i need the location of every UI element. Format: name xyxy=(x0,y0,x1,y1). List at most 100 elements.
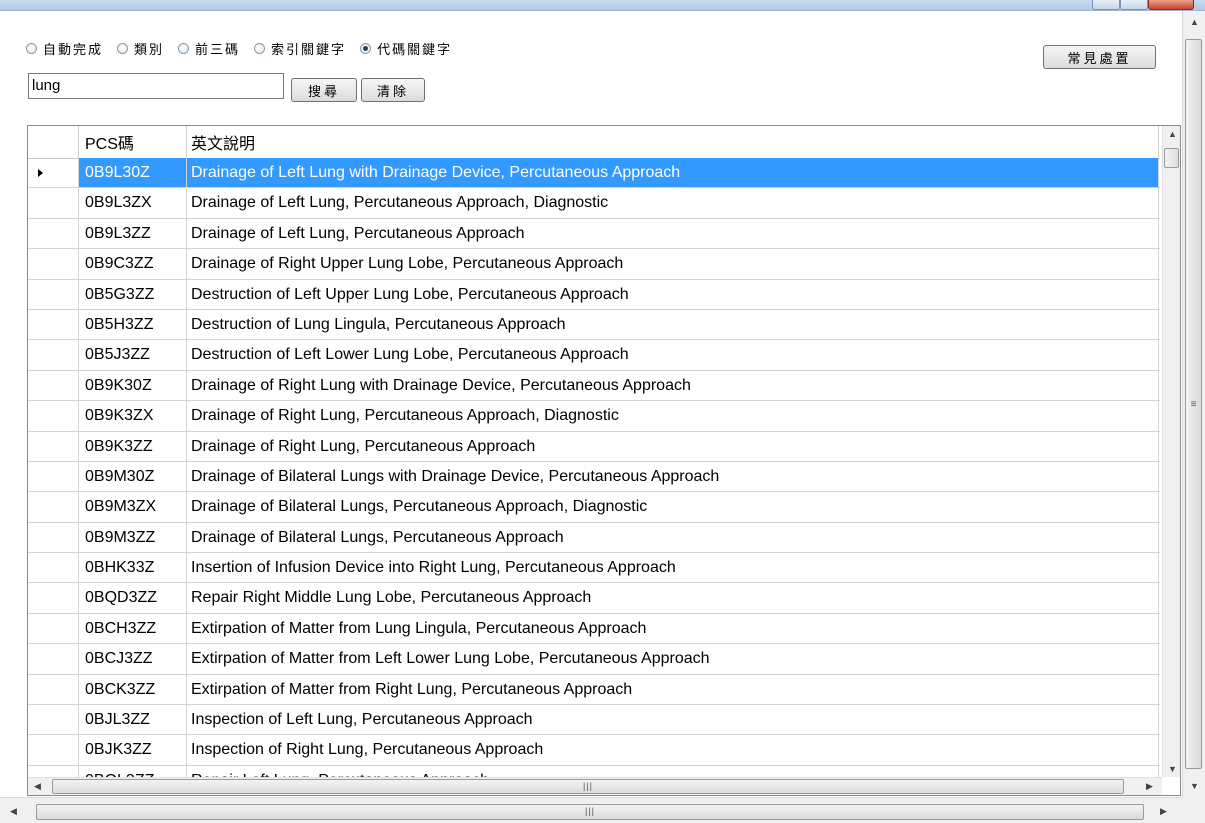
clear-button[interactable]: 清除 xyxy=(361,78,425,102)
pcs-code-cell[interactable]: 0B9L30Z xyxy=(79,158,187,188)
close-button[interactable] xyxy=(1148,0,1194,10)
scroll-right-arrow-icon[interactable]: ▶ xyxy=(1160,806,1167,817)
pcs-code-cell[interactable]: 0B9M3ZZ xyxy=(79,522,187,553)
pcs-code-cell[interactable]: 0B5J3ZZ xyxy=(79,340,187,370)
table-row[interactable]: 0B9C3ZZ Drainage of Right Upper Lung Lobe… xyxy=(28,249,1160,280)
pcs-code-cell[interactable]: 0B9C3ZZ xyxy=(79,249,187,279)
description-cell[interactable]: Drainage of Bilateral Lungs, Percutaneou… xyxy=(187,522,1159,553)
radio-category[interactable]: 類別 xyxy=(117,39,164,58)
radio-code-keyword[interactable]: 代碼關鍵字 xyxy=(360,39,452,58)
table-row[interactable]: 0BJK3ZZ Inspection of Right Lung, Percuta… xyxy=(28,735,1160,766)
description-cell[interactable]: Extirpation of Matter from Lung Lingula,… xyxy=(187,613,1159,644)
radio-first-three-codes[interactable]: 前三碼 xyxy=(178,39,240,58)
window-vertical-scroll-thumb[interactable]: ≡ xyxy=(1185,39,1202,769)
description-cell[interactable]: Drainage of Left Lung with Drainage Devi… xyxy=(187,158,1159,188)
row-header-cell[interactable] xyxy=(28,674,79,705)
column-header-code[interactable]: PCS碼 xyxy=(79,126,187,158)
grid-vertical-scroll-thumb[interactable] xyxy=(1164,148,1179,168)
table-row[interactable]: 0B9L30Z Drainage of Left Lung with Draina… xyxy=(28,158,1160,189)
minimize-button[interactable] xyxy=(1092,0,1120,10)
pcs-code-cell[interactable]: 0B9K30Z xyxy=(79,370,187,401)
description-cell[interactable]: Drainage of Right Upper Lung Lobe, Percu… xyxy=(187,249,1159,279)
table-row[interactable]: 0BJL3ZZ Inspection of Left Lung, Percutan… xyxy=(28,705,1160,736)
scroll-left-arrow-icon[interactable]: ◀ xyxy=(34,781,41,792)
pcs-code-cell[interactable]: 0B9L3ZZ xyxy=(79,218,187,249)
pcs-code-cell[interactable]: 0B9K3ZX xyxy=(79,401,187,431)
table-row[interactable]: 0BHK33Z Insertion of Infusion Device into… xyxy=(28,553,1160,584)
pcs-code-cell[interactable]: 0B9M3ZX xyxy=(79,492,187,522)
row-header-cell[interactable] xyxy=(28,279,79,309)
description-cell[interactable]: Extirpation of Matter from Right Lung, P… xyxy=(187,674,1159,705)
table-row[interactable]: 0B9L3ZZ Drainage of Left Lung, Percutaneo… xyxy=(28,218,1160,250)
row-header-cell[interactable] xyxy=(28,249,79,279)
row-header-cell[interactable] xyxy=(28,218,79,249)
pcs-code-cell[interactable]: 0B9K3ZZ xyxy=(79,431,187,461)
description-cell[interactable]: Drainage of Bilateral Lungs, Percutaneou… xyxy=(187,492,1159,522)
scroll-down-arrow-icon[interactable]: ▼ xyxy=(1168,764,1177,774)
row-header-cell[interactable] xyxy=(28,583,79,613)
row-header-cell[interactable] xyxy=(28,340,79,370)
scroll-right-arrow-icon[interactable]: ▶ xyxy=(1146,781,1153,792)
table-row[interactable]: 0B9M3ZX Drainage of Bilateral Lungs, Perc… xyxy=(28,492,1160,523)
scroll-left-arrow-icon[interactable]: ◀ xyxy=(10,806,17,817)
row-header-cell[interactable] xyxy=(28,522,79,553)
row-header-cell[interactable] xyxy=(28,492,79,522)
row-header-cell[interactable] xyxy=(28,188,79,218)
row-header-cell[interactable] xyxy=(28,735,79,765)
radio-index-keyword[interactable]: 索引關鍵字 xyxy=(254,39,346,58)
table-row[interactable]: 0B9K3ZX Drainage of Right Lung, Percutane… xyxy=(28,401,1160,432)
grid-vertical-scrollbar[interactable]: ▲ ▼ xyxy=(1162,126,1180,777)
description-cell[interactable]: Destruction of Left Upper Lung Lobe, Per… xyxy=(187,279,1159,309)
description-cell[interactable]: Drainage of Right Lung, Percutaneous App… xyxy=(187,431,1159,461)
table-row[interactable]: 0BQD3ZZ Repair Right Middle Lung Lobe, Pe… xyxy=(28,583,1160,614)
pcs-code-cell[interactable]: 0BJK3ZZ xyxy=(79,735,187,765)
pcs-code-cell[interactable]: 0BCK3ZZ xyxy=(79,674,187,705)
row-header-cell[interactable] xyxy=(28,431,79,461)
scroll-up-arrow-icon[interactable]: ▲ xyxy=(1190,17,1199,27)
row-header-cell[interactable] xyxy=(28,553,79,583)
description-cell[interactable]: Drainage of Right Lung with Drainage Dev… xyxy=(187,370,1159,401)
pcs-code-cell[interactable]: 0BCJ3ZZ xyxy=(79,644,187,674)
row-header-cell[interactable] xyxy=(28,401,79,431)
pcs-code-cell[interactable]: 0BJL3ZZ xyxy=(79,705,187,735)
description-cell[interactable]: Destruction of Left Lower Lung Lobe, Per… xyxy=(187,340,1159,370)
description-cell[interactable]: Inspection of Right Lung, Percutaneous A… xyxy=(187,735,1159,765)
description-cell[interactable]: Inspection of Left Lung, Percutaneous Ap… xyxy=(187,705,1159,735)
common-procedures-button[interactable]: 常見處置 xyxy=(1043,45,1156,69)
pcs-code-cell[interactable]: 0BQD3ZZ xyxy=(79,583,187,613)
grid-horizontal-scroll-thumb[interactable]: ||| xyxy=(52,779,1124,794)
description-cell[interactable]: Drainage of Left Lung, Percutaneous Appr… xyxy=(187,218,1159,249)
description-cell[interactable]: Drainage of Right Lung, Percutaneous App… xyxy=(187,401,1159,431)
row-header-cell[interactable] xyxy=(28,613,79,644)
description-cell[interactable]: Drainage of Left Lung, Percutaneous Appr… xyxy=(187,188,1159,218)
maximize-button[interactable] xyxy=(1120,0,1148,10)
radio-autocomplete[interactable]: 自動完成 xyxy=(26,39,103,58)
row-header-cell[interactable] xyxy=(28,705,79,735)
table-row[interactable]: 0B9K30Z Drainage of Right Lung with Drain… xyxy=(28,370,1160,402)
row-header-cell[interactable] xyxy=(28,158,79,188)
window-horizontal-scrollbar[interactable]: ◀ ||| ▶ xyxy=(0,797,1182,823)
pcs-code-cell[interactable]: 0B9M30Z xyxy=(79,461,187,492)
row-header-cell[interactable] xyxy=(28,461,79,492)
row-header-cell[interactable] xyxy=(28,309,79,340)
search-button[interactable]: 搜尋 xyxy=(291,78,357,102)
table-row[interactable]: 0B9K3ZZ Drainage of Right Lung, Percutane… xyxy=(28,431,1160,462)
pcs-code-cell[interactable]: 0B9L3ZX xyxy=(79,188,187,218)
grid-horizontal-scrollbar[interactable]: ◀ ||| ▶ xyxy=(28,777,1162,795)
row-header-cell[interactable] xyxy=(28,370,79,401)
description-cell[interactable]: Destruction of Lung Lingula, Percutaneou… xyxy=(187,309,1159,340)
table-row[interactable]: 0BCK3ZZ Extirpation of Matter from Right … xyxy=(28,674,1160,706)
column-header-description[interactable]: 英文說明 xyxy=(187,126,1159,158)
pcs-code-cell[interactable]: 0BCH3ZZ xyxy=(79,613,187,644)
table-row[interactable]: 0BCJ3ZZ Extirpation of Matter from Left L… xyxy=(28,644,1160,675)
scroll-up-arrow-icon[interactable]: ▲ xyxy=(1168,129,1177,139)
description-cell[interactable]: Drainage of Bilateral Lungs with Drainag… xyxy=(187,461,1159,492)
description-cell[interactable]: Extirpation of Matter from Left Lower Lu… xyxy=(187,644,1159,674)
table-row[interactable]: 0B5J3ZZ Destruction of Left Lower Lung Lo… xyxy=(28,340,1160,371)
table-row[interactable]: 0B9M3ZZ Drainage of Bilateral Lungs, Perc… xyxy=(28,522,1160,554)
row-header-cell[interactable] xyxy=(28,644,79,674)
pcs-code-cell[interactable]: 0B5G3ZZ xyxy=(79,279,187,309)
window-horizontal-scroll-thumb[interactable]: ||| xyxy=(36,804,1144,820)
table-row[interactable]: 0B5G3ZZ Destruction of Left Upper Lung Lo… xyxy=(28,279,1160,310)
pcs-code-cell[interactable]: 0B5H3ZZ xyxy=(79,309,187,340)
